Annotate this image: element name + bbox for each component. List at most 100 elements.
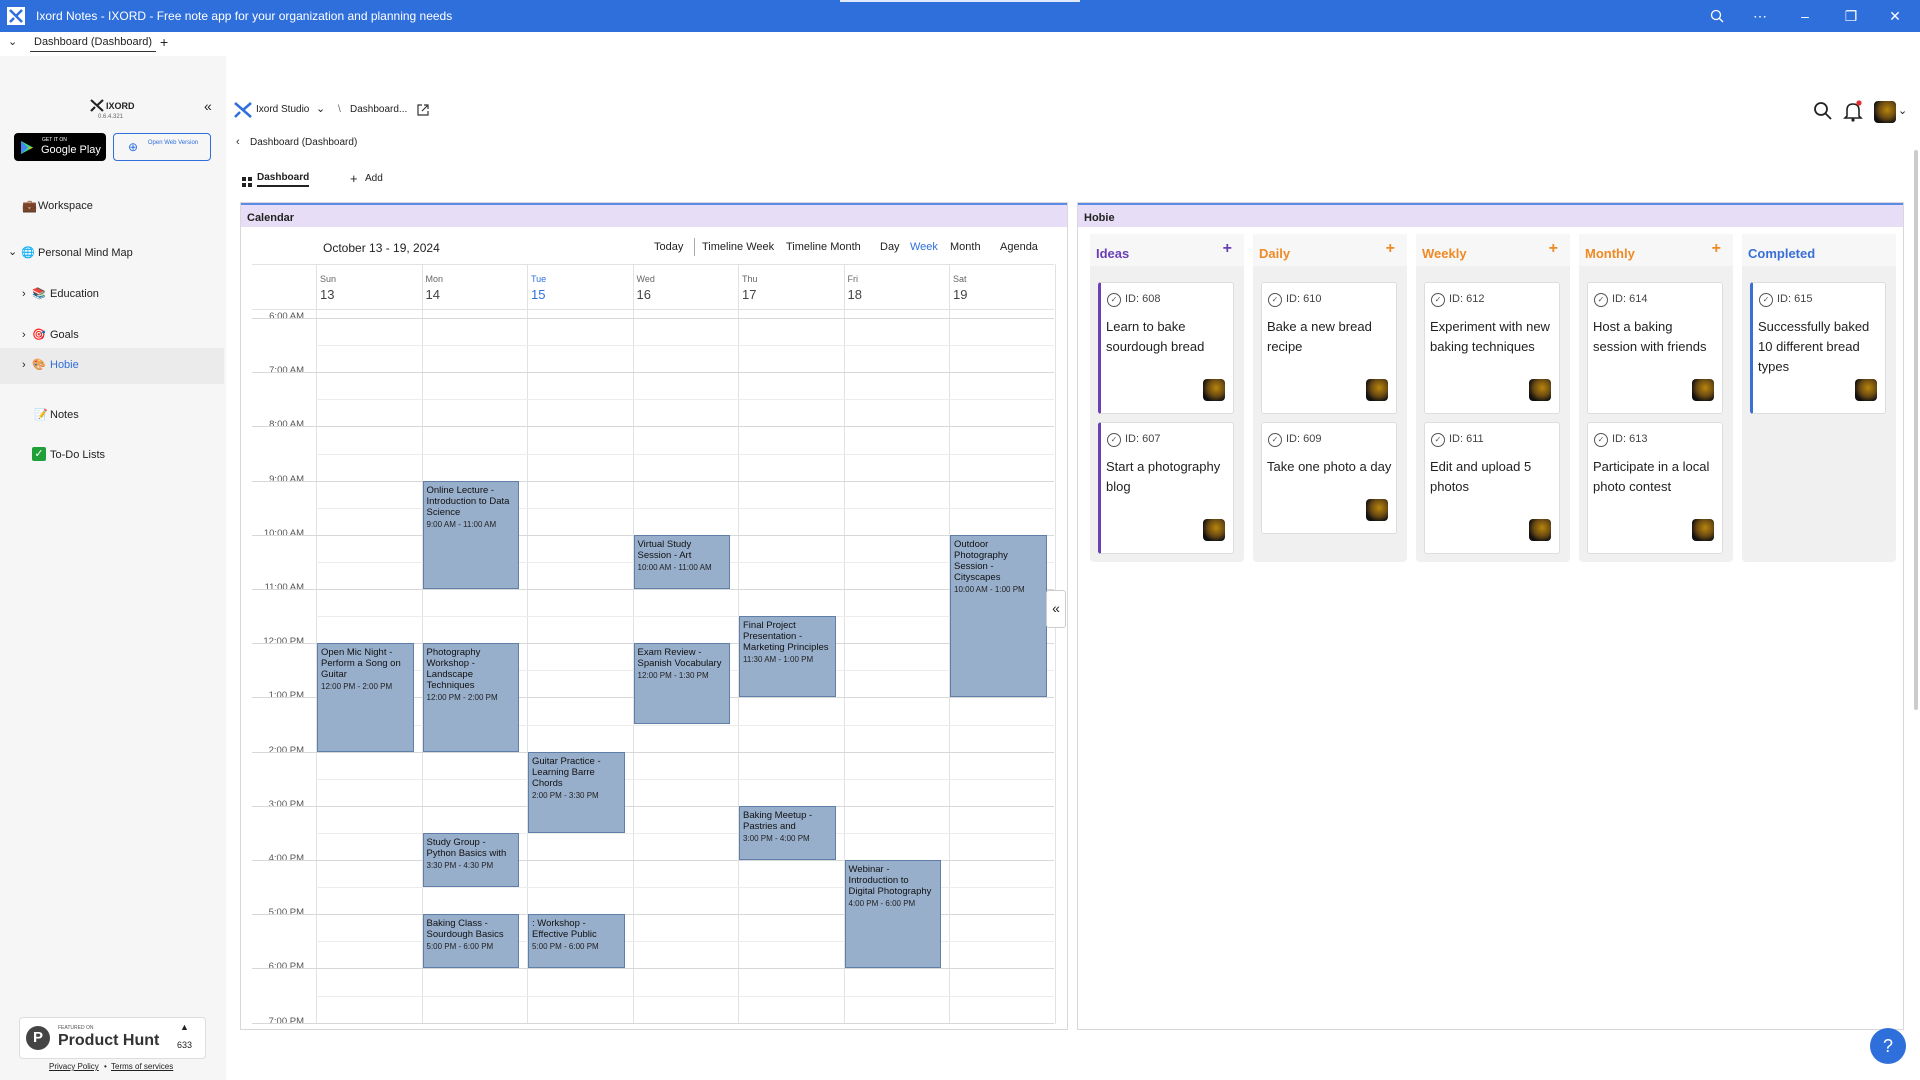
notification-bell-icon[interactable] [1843, 100, 1863, 122]
avatar[interactable] [1366, 499, 1388, 521]
check-circle-icon[interactable]: ✓ [1431, 293, 1445, 307]
product-hunt-badge[interactable]: P FEATURED ON Product Hunt ▲ 633 [19, 1017, 206, 1059]
terms-link[interactable]: Terms of services [111, 1062, 173, 1071]
calendar-view-option[interactable]: Day [880, 241, 900, 253]
check-circle-icon[interactable]: ✓ [1268, 433, 1282, 447]
day-number[interactable]: 18 [848, 287, 862, 302]
check-circle-icon[interactable]: ✓ [1107, 433, 1121, 447]
chevron-down-icon[interactable]: ⌄ [316, 102, 325, 115]
calendar-event[interactable]: Virtual Study Session - Art 10:00 AM - 11… [633, 534, 730, 589]
check-circle-icon[interactable]: ✓ [1594, 433, 1608, 447]
google-play-button[interactable]: GET IT ON Google Play [14, 133, 106, 161]
add-card-button[interactable]: + [1549, 240, 1558, 258]
sidebar-item-mind-map[interactable]: ⌄ 🌐 Personal Mind Map [0, 237, 224, 271]
day-number[interactable]: 15 [531, 287, 545, 302]
privacy-policy-link[interactable]: Privacy Policy [49, 1062, 99, 1071]
day-number[interactable]: 13 [320, 287, 334, 302]
calendar-event[interactable]: Baking Meetup - Pastries and 3:00 PM - 4:… [739, 805, 836, 860]
calendar-event[interactable]: Study Group - Python Basics with 3:30 PM … [422, 832, 519, 888]
kanban-column-header: Monthly + [1579, 234, 1733, 266]
calendar-date-range[interactable]: October 13 - 19, 2024 [323, 241, 440, 255]
calendar-event[interactable]: Baking Class - Sourdough Basics 5:00 PM -… [422, 914, 519, 969]
help-button[interactable]: ? [1870, 1028, 1906, 1064]
avatar[interactable] [1692, 519, 1714, 541]
open-external-icon[interactable] [417, 104, 429, 116]
add-card-button[interactable]: + [1223, 240, 1232, 258]
search-icon[interactable] [1813, 101, 1833, 121]
chevron-right-icon[interactable]: › [22, 288, 26, 300]
check-circle-icon[interactable]: ✓ [1594, 293, 1608, 307]
calendar-event[interactable]: Open Mic Night - Perform a Song on Guita… [317, 643, 414, 752]
calendar-event[interactable]: Final Project Presentation - Marketing P… [739, 616, 836, 698]
chevron-right-icon[interactable]: › [22, 329, 26, 341]
sidebar-item-hobie[interactable]: › 🎨 Hobie [0, 348, 224, 384]
sidebar-item-education[interactable]: › 📚 Education [0, 278, 224, 312]
calendar-event[interactable]: Guitar Practice - Learning Barre Chords 2… [528, 751, 625, 833]
tab-dashboard[interactable]: Dashboard (Dashboard) [30, 36, 157, 52]
calendar-view-option[interactable]: Today [654, 241, 683, 253]
avatar[interactable] [1692, 379, 1714, 401]
calendar-view-option[interactable]: Week [910, 241, 938, 253]
plus-icon[interactable]: + [350, 171, 358, 186]
chevron-down-icon[interactable]: ⌄ [8, 35, 17, 48]
kanban-card[interactable]: ✓ ID: 607 Start a photography blog [1098, 422, 1234, 554]
kanban-card[interactable]: ✓ ID: 609 Take one photo a day [1261, 422, 1397, 534]
calendar-event[interactable]: Outdoor Photography Session - Cityscapes… [950, 534, 1047, 698]
sidebar-item-todo[interactable]: ✓ To-Do Lists [0, 439, 224, 473]
chevron-down-icon[interactable]: ⌄ [1898, 104, 1907, 117]
calendar-view-option[interactable]: Month [950, 241, 981, 253]
calendar-event[interactable]: Photography Workshop - Landscape Techniq… [422, 643, 519, 752]
day-number[interactable]: 16 [637, 287, 651, 302]
check-circle-icon[interactable]: ✓ [1107, 293, 1121, 307]
avatar[interactable] [1203, 379, 1225, 401]
more-options-icon[interactable]: ⋯ [1745, 6, 1775, 26]
calendar-view-option[interactable]: Timeline Week [702, 241, 774, 253]
day-number[interactable]: 17 [742, 287, 756, 302]
workspace-selector[interactable]: Ixord Studio [256, 104, 309, 115]
sidebar-item-workspace[interactable]: 💼 Workspace [0, 190, 224, 224]
kanban-card[interactable]: ✓ ID: 610 Bake a new bread recipe [1261, 282, 1397, 414]
avatar[interactable] [1855, 379, 1877, 401]
collapse-panel-icon[interactable]: « [1046, 590, 1066, 628]
day-number[interactable]: 14 [426, 287, 440, 302]
avatar[interactable] [1874, 101, 1896, 123]
sidebar-item-notes[interactable]: 📝 Notes [0, 399, 224, 433]
back-arrow-icon[interactable]: ‹ [236, 136, 240, 148]
calendar-event[interactable]: Online Lecture - Introduction to Data Sc… [422, 480, 519, 589]
calendar-event[interactable]: : Workshop - Effective Public 5:00 PM - 6… [528, 914, 625, 969]
open-web-version-button[interactable]: ⊕ Open Web Version [113, 133, 211, 161]
calendar-view-option[interactable]: Agenda [1000, 241, 1038, 253]
collapse-sidebar-icon[interactable]: « [204, 98, 212, 114]
breadcrumb[interactable]: Dashboard... [350, 104, 407, 115]
check-circle-icon[interactable]: ✓ [1431, 433, 1445, 447]
zoom-icon[interactable] [1702, 6, 1732, 26]
calendar-event[interactable]: Webinar - Introduction to Digital Photog… [844, 860, 941, 969]
kanban-card[interactable]: ✓ ID: 615 Successfully baked 10 different … [1750, 282, 1886, 414]
chevron-right-icon[interactable]: › [22, 359, 26, 371]
close-icon[interactable]: ✕ [1880, 6, 1910, 26]
avatar[interactable] [1529, 519, 1551, 541]
add-widget-button[interactable]: Add [365, 173, 383, 184]
kanban-card[interactable]: ✓ ID: 608 Learn to bake sourdough bread [1098, 282, 1234, 414]
tab-dashboard-view[interactable]: Dashboard [257, 172, 310, 187]
scrollbar[interactable] [1914, 150, 1918, 710]
add-card-button[interactable]: + [1712, 240, 1721, 258]
avatar[interactable] [1203, 519, 1225, 541]
kanban-card[interactable]: ✓ ID: 614 Host a baking session with frien… [1587, 282, 1723, 414]
calendar-panel-title: Calendar [247, 212, 295, 224]
calendar-view-option[interactable]: Timeline Month [786, 241, 861, 253]
check-circle-icon[interactable]: ✓ [1759, 293, 1773, 307]
kanban-card[interactable]: ✓ ID: 613 Participate in a local photo con… [1587, 422, 1723, 554]
calendar-event[interactable]: Exam Review - Spanish Vocabulary 12:00 PM… [633, 643, 730, 725]
day-number[interactable]: 19 [953, 287, 967, 302]
chevron-down-icon[interactable]: ⌄ [8, 245, 17, 258]
kanban-card[interactable]: ✓ ID: 612 Experiment with new baking techn… [1424, 282, 1560, 414]
check-circle-icon[interactable]: ✓ [1268, 293, 1282, 307]
minimize-icon[interactable]: – [1790, 6, 1820, 26]
kanban-card[interactable]: ✓ ID: 611 Edit and upload 5 photos [1424, 422, 1560, 554]
restore-icon[interactable]: ❐ [1836, 6, 1866, 26]
avatar[interactable] [1529, 379, 1551, 401]
avatar[interactable] [1366, 379, 1388, 401]
add-tab-button[interactable]: + [160, 34, 168, 50]
add-card-button[interactable]: + [1386, 240, 1395, 258]
